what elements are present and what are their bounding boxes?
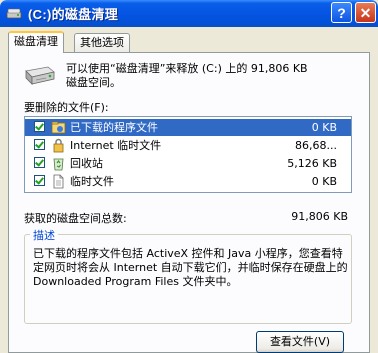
temp-files-icon	[53, 174, 64, 189]
file-size: 0 KB	[311, 175, 337, 188]
list-item[interactable]: 已下载的程序文件 0 KB	[25, 119, 351, 136]
intro-text: 可以使用“磁盘清理”来释放 (C:) 上的 91,806 KB 磁盘空间。	[66, 62, 308, 90]
file-size: 86,68...	[295, 139, 337, 152]
total-space-value: 91,806 KB	[291, 210, 348, 223]
list-item[interactable]: Internet 临时文件 86,68...	[25, 137, 351, 154]
internet-temp-files-icon	[53, 138, 64, 153]
checkbox[interactable]	[34, 121, 45, 132]
view-files-button[interactable]: 查看文件(V)	[256, 331, 344, 353]
intro-line-1: 可以使用“磁盘清理”来释放 (C:) 上的 91,806 KB	[66, 62, 308, 75]
tab-more-options[interactable]: 其他选项	[74, 33, 130, 52]
list-item[interactable]: 临时文件 0 KB	[25, 173, 351, 190]
file-name: 回收站	[70, 157, 103, 170]
checkbox[interactable]	[34, 157, 45, 168]
total-space-label: 获取的磁盘空间总数:	[24, 212, 127, 225]
file-name: 临时文件	[70, 175, 114, 188]
intro-line-2: 磁盘空间。	[66, 76, 121, 89]
tab-disk-cleanup[interactable]: 磁盘清理	[8, 31, 64, 53]
description-group-label: 描述	[30, 227, 58, 243]
file-name: Internet 临时文件	[70, 139, 162, 152]
checkbox[interactable]	[34, 139, 45, 150]
title-bar: (C:)的磁盘清理 ? ✕	[0, 0, 378, 27]
file-size: 5,126 KB	[287, 157, 337, 170]
window-title: (C:)的磁盘清理	[28, 7, 119, 22]
close-button[interactable]: ✕	[355, 2, 376, 23]
help-button[interactable]: ?	[331, 2, 352, 23]
recycle-bin-icon	[53, 158, 64, 171]
file-name: 已下载的程序文件	[68, 119, 160, 136]
files-to-delete-label: 要删除的文件(F):	[24, 101, 109, 114]
files-listbox[interactable]: 已下载的程序文件 0 KB Internet 临时文件 86,68... 回收站…	[24, 116, 352, 193]
hard-disk-icon	[25, 66, 55, 85]
description-text: 已下载的程序文件包括 ActiveX 控件和 Java 小程序，您查看特定网页时…	[33, 247, 348, 288]
list-item[interactable]: 回收站 5,126 KB	[25, 155, 351, 172]
file-size: 0 KB	[311, 121, 337, 134]
downloaded-program-files-icon	[51, 121, 66, 134]
checkbox[interactable]	[34, 175, 45, 186]
disk-cleanup-icon	[6, 8, 22, 19]
